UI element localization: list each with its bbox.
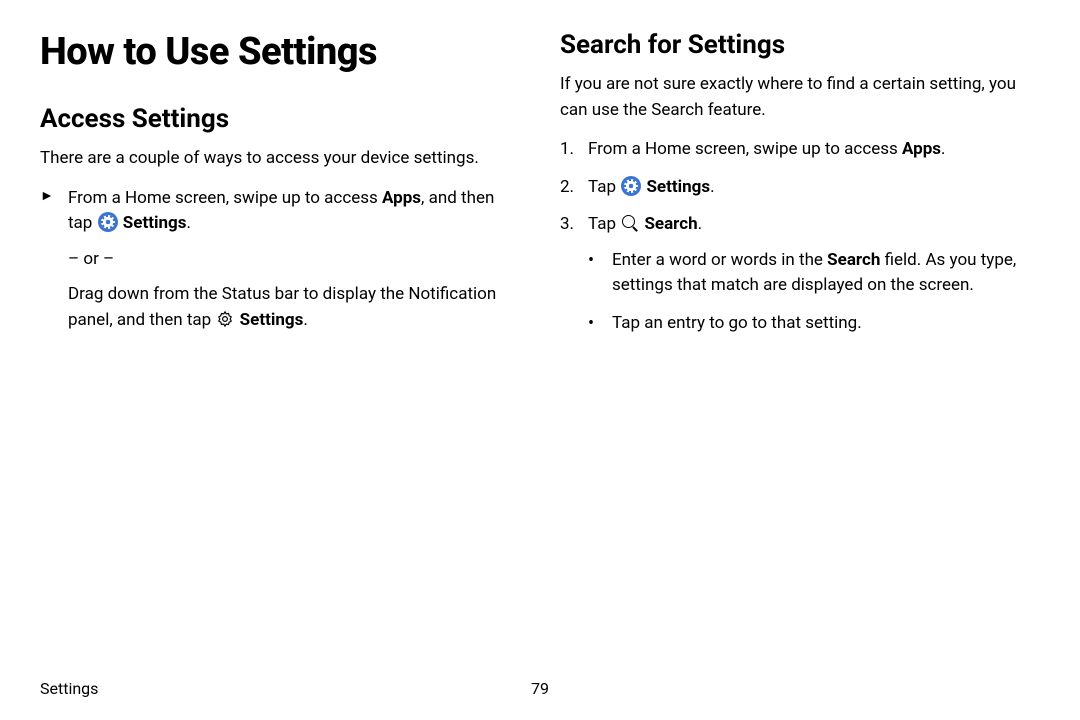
- search-substeps: • Enter a word or words in the Search fi…: [588, 248, 1040, 337]
- search-step-3: 3. Tap Search. • Enter a word or words i…: [560, 212, 1040, 336]
- settings-outline-icon: [216, 310, 234, 328]
- settings-icon: [621, 176, 641, 196]
- access-steps: ► From a Home screen, swipe up to access…: [40, 186, 520, 237]
- access-intro: There are a couple of ways to access you…: [40, 146, 520, 172]
- search-step-1: 1. From a Home screen, swipe up to acces…: [560, 137, 1040, 163]
- search-step-2: 2. Tap Settings.: [560, 175, 1040, 201]
- page-footer: Settings 79: [40, 679, 1040, 698]
- settings-label: Settings: [646, 177, 710, 197]
- search-intro: If you are not sure exactly where to fin…: [560, 72, 1040, 123]
- left-column: How to Use Settings Access Settings Ther…: [40, 30, 520, 348]
- apps-label: Apps: [902, 139, 941, 159]
- settings-icon: [98, 212, 118, 232]
- step-number: 2.: [560, 175, 574, 201]
- search-field-label: Search: [827, 250, 880, 270]
- page-title: How to Use Settings: [40, 30, 520, 74]
- text: Tap an entry to go to that setting.: [612, 313, 862, 333]
- text: .: [186, 213, 190, 233]
- text: Enter a word or words in the: [612, 250, 827, 270]
- text: .: [698, 214, 702, 234]
- access-step-primary: ► From a Home screen, swipe up to access…: [40, 186, 520, 237]
- search-icon: [621, 214, 639, 232]
- bullet-icon: •: [588, 248, 594, 273]
- bullet-icon: •: [588, 311, 594, 336]
- or-separator: – or –: [40, 247, 520, 273]
- text: .: [303, 310, 307, 330]
- step-number: 3.: [560, 212, 574, 238]
- text: .: [710, 177, 714, 197]
- footer-page-number: 79: [531, 679, 549, 698]
- apps-label: Apps: [382, 188, 421, 208]
- settings-label: Settings: [240, 310, 304, 330]
- text: Tap: [588, 214, 620, 234]
- access-step-alt: Drag down from the Status bar to display…: [40, 282, 520, 333]
- search-settings-heading: Search for Settings: [560, 30, 1040, 60]
- text: From a Home screen, swipe up to access: [588, 139, 902, 159]
- triangle-bullet-icon: ►: [40, 186, 54, 207]
- right-column: Search for Settings If you are not sure …: [560, 30, 1040, 348]
- text: .: [941, 139, 945, 159]
- settings-label: Settings: [123, 213, 187, 233]
- access-settings-heading: Access Settings: [40, 104, 520, 134]
- text: From a Home screen, swipe up to access: [68, 188, 382, 208]
- search-label: Search: [644, 214, 697, 234]
- text: Tap: [588, 177, 620, 197]
- step-number: 1.: [560, 137, 574, 163]
- search-substep-1: • Enter a word or words in the Search fi…: [588, 248, 1040, 299]
- search-steps: 1. From a Home screen, swipe up to acces…: [560, 137, 1040, 336]
- search-substep-2: • Tap an entry to go to that setting.: [588, 311, 1040, 337]
